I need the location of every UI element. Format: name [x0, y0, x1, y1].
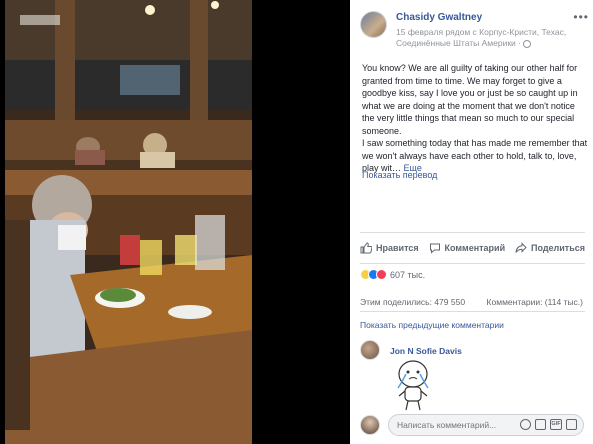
- post-paragraph-2: I saw something today that has made me r…: [362, 137, 588, 175]
- author-name[interactable]: Chasidy Gwaltney: [396, 12, 482, 23]
- divider: [360, 263, 585, 264]
- like-label: Нравится: [376, 243, 419, 253]
- comment-label: Комментарий: [444, 243, 506, 253]
- comment-item: Jon N Sofie Davis: [360, 340, 585, 415]
- author-avatar[interactable]: [360, 11, 387, 38]
- divider: [360, 311, 585, 312]
- post-header: Chasidy Gwaltney 15 февраля рядом с Корп…: [360, 8, 588, 52]
- share-label: Поделиться: [530, 243, 585, 253]
- smiley-icon[interactable]: [520, 419, 531, 430]
- shares-count[interactable]: Этим поделились: 479 550: [360, 297, 465, 307]
- share-button[interactable]: Поделиться: [515, 242, 585, 254]
- post-panel: Chasidy Gwaltney 15 февраля рядом с Корп…: [350, 0, 593, 444]
- view-previous-comments-link[interactable]: Показать предыдущие комментарии: [360, 320, 504, 330]
- comment-input-box[interactable]: GIF: [388, 414, 584, 436]
- love-reaction-icon: [376, 269, 387, 280]
- commenter-avatar[interactable]: [360, 340, 380, 360]
- post-paragraph-2-text: I saw something today that has made me r…: [362, 138, 588, 173]
- more-dots-icon[interactable]: •••: [573, 10, 589, 24]
- comment-input[interactable]: [397, 418, 517, 432]
- current-user-avatar[interactable]: [360, 415, 380, 435]
- reactions-summary[interactable]: 607 тыс.: [360, 269, 425, 280]
- composer-icons: GIF: [520, 419, 577, 430]
- post-meta: 15 февраля рядом с Корпус-Кристи, Техас,…: [396, 27, 574, 49]
- share-arrow-icon: [515, 242, 527, 253]
- post-actions: Нравится Комментарий Поделиться: [360, 236, 585, 260]
- comments-count[interactable]: Комментарии: (114 тыс.): [487, 297, 583, 307]
- speech-bubble-icon: [429, 243, 440, 254]
- thumbs-up-icon: [360, 242, 372, 254]
- crying-sticker-icon: [397, 360, 429, 411]
- see-translation-link[interactable]: Показать перевод: [362, 170, 437, 180]
- comment-composer: GIF: [360, 412, 585, 438]
- camera-icon[interactable]: [535, 419, 546, 430]
- globe-icon: [523, 39, 532, 48]
- restaurant-photo: [0, 0, 350, 444]
- reactions-count: 607 тыс.: [390, 269, 426, 280]
- like-button[interactable]: Нравится: [360, 242, 419, 254]
- post-meta-text[interactable]: 15 февраля рядом с Корпус-Кристи, Техас,…: [396, 27, 566, 48]
- divider: [360, 232, 585, 233]
- post-photo[interactable]: [0, 0, 350, 444]
- commenter-name[interactable]: Jon N Sofie Davis: [390, 346, 462, 356]
- gif-icon[interactable]: GIF: [550, 419, 562, 430]
- comment-button[interactable]: Комментарий: [429, 242, 506, 254]
- post-body: You know? We are all guilty of taking ou…: [362, 62, 588, 175]
- post-paragraph-1: You know? We are all guilty of taking ou…: [362, 63, 578, 136]
- sticker-icon[interactable]: [566, 419, 577, 430]
